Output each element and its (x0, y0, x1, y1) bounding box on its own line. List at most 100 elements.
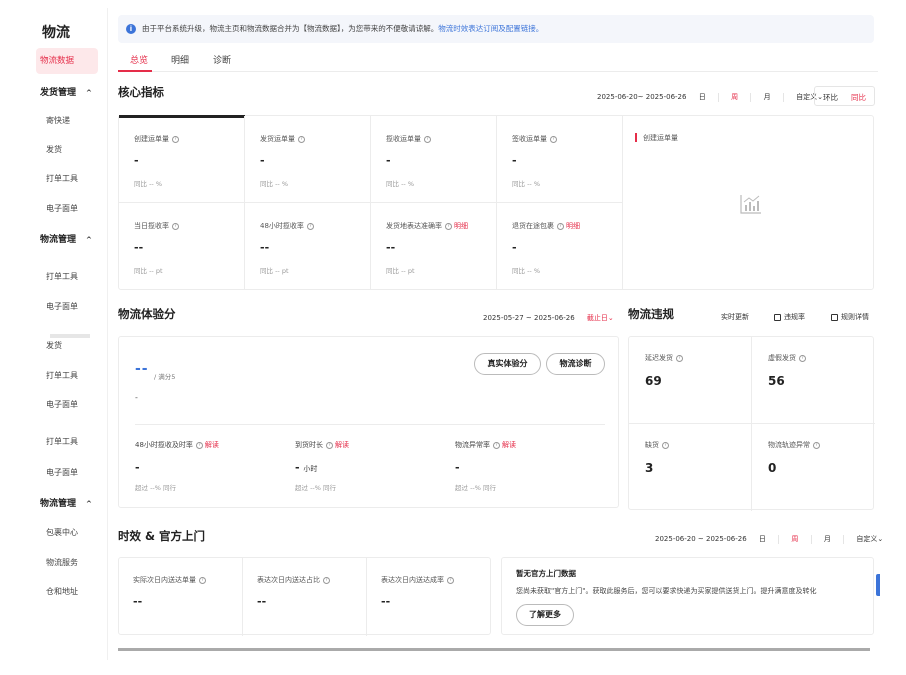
rules-detail-link[interactable]: 规则详情 (831, 312, 869, 322)
period-day[interactable]: 日 (699, 93, 706, 101)
sidebar-item-ship[interactable]: 发货 (20, 143, 108, 157)
sidebar-item-print-tool[interactable]: 打单工具 (20, 369, 108, 383)
date-range[interactable]: 2025-06-20~ 2025-06-26 (597, 93, 686, 101)
help-icon[interactable]: ? (424, 135, 431, 143)
metric-sameday-collect[interactable]: 当日揽收率? -- 同比 -- pt (119, 203, 245, 290)
metric-compare: 同比 -- pt (386, 267, 415, 275)
help-icon[interactable]: ? (326, 441, 333, 449)
sidebar-item-e-waybill[interactable]: 电子面单 (20, 202, 108, 216)
sidebar-group-logistics[interactable]: 物流管理 ^ (40, 232, 92, 245)
metric-value: - (386, 154, 391, 167)
sidebar-item-logistics-data[interactable]: 物流数据 (36, 48, 98, 74)
metric-label: 签收运单量 (512, 135, 547, 143)
floating-side-tab[interactable] (876, 574, 880, 596)
divider (778, 534, 780, 544)
help-icon[interactable]: ? (662, 441, 669, 449)
notice-text: 由于平台系统升级，物流主页和物流数据合并为【物流数据】，为您带来的不便敬请谅解。 (142, 24, 439, 33)
explain-link[interactable]: 解读 (335, 441, 349, 449)
metric-compare: 同比 -- % (260, 180, 288, 188)
violation-rate-toggle[interactable]: 违规率 (774, 312, 805, 322)
metric-value: - (260, 154, 265, 167)
period-week[interactable]: 周 (731, 93, 738, 101)
metric-return-transit[interactable]: 退货在途包裹? 明细 - 同比 -- % (497, 203, 623, 290)
metric-compare: 同比 -- pt (134, 267, 163, 275)
explain-link[interactable]: 解读 (502, 441, 516, 449)
sidebar-item-e-waybill[interactable]: 电子面单 (20, 466, 108, 480)
sidebar-item-warehouse-address[interactable]: 仓和地址 (20, 585, 108, 599)
timing-nextday-count[interactable]: 实际次日内送达单量? -- (119, 558, 243, 636)
help-icon[interactable]: ? (195, 441, 203, 449)
violation-track-abnormal[interactable]: 物流轨迹异常? 0 (752, 424, 875, 511)
help-icon[interactable]: ? (557, 222, 564, 230)
metric-label: 延迟发货 (645, 354, 673, 362)
compare-yoy[interactable]: 同比 (851, 92, 866, 103)
date-range[interactable]: 2025-05-27 ~ 2025-06-26 (483, 314, 575, 322)
metric-origin-accuracy[interactable]: 发货地表达准确率? 明细 -- 同比 -- pt (371, 203, 497, 290)
metric-value: - (295, 461, 300, 474)
detail-link[interactable]: 明细 (454, 222, 468, 230)
period-month[interactable]: 月 (824, 535, 831, 543)
metric-collected[interactable]: 揽收运单量? - 同比 -- % (371, 116, 497, 203)
metric-label: 退货在途包裹 (512, 222, 554, 230)
explain-link[interactable]: 解读 (205, 441, 219, 449)
sidebar-group-label: 物流管理 (40, 235, 77, 245)
period-week[interactable]: 周 (791, 535, 798, 543)
document-icon (831, 313, 838, 321)
horizontal-scrollbar[interactable] (118, 648, 870, 651)
sidebar-group-shipping[interactable]: 发货管理 ^ (40, 85, 92, 98)
help-icon[interactable]: ? (676, 354, 683, 362)
help-icon[interactable]: ? (172, 222, 179, 230)
metric-unit: 小时 (303, 465, 318, 473)
end-date-dropdown[interactable]: 截止日⌄ (587, 314, 614, 322)
tab-overview[interactable]: 总览 (130, 53, 148, 66)
help-icon[interactable]: ? (172, 135, 179, 143)
learn-more-button[interactable]: 了解更多 (516, 604, 574, 626)
sidebar-item-print-tool[interactable]: 打单工具 (20, 270, 108, 284)
detail-link[interactable]: 明细 (566, 222, 580, 230)
help-icon[interactable]: ? (199, 576, 206, 584)
violation-fake[interactable]: 虚假发货? 56 (752, 337, 875, 424)
metric-value: -- (386, 241, 396, 254)
help-icon[interactable]: ? (323, 576, 330, 584)
sidebar-item-e-waybill[interactable]: 电子面单 (20, 398, 108, 412)
period-month[interactable]: 月 (764, 93, 771, 101)
sidebar-item-express[interactable]: 寄快递 (20, 114, 108, 128)
violation-delay[interactable]: 延迟发货? 69 (629, 337, 752, 424)
date-range[interactable]: 2025-06-20 ~ 2025-06-26 (655, 535, 747, 543)
sidebar-item-logistics-service[interactable]: 物流服务 (20, 556, 108, 570)
help-icon[interactable]: ? (493, 441, 500, 449)
timing-nextday-ratio[interactable]: 表达次日内送达占比? -- (243, 558, 367, 636)
sidebar-group-logistics-2[interactable]: 物流管理 ^ (40, 496, 92, 509)
real-experience-button[interactable]: 真实体验分 (474, 353, 541, 375)
sidebar-item-print-tool[interactable]: 打单工具 (20, 172, 108, 186)
sidebar-item-e-waybill[interactable]: 电子面单 (20, 300, 108, 314)
metric-48h-collect[interactable]: 48小时揽收率? -- 同比 -- pt (245, 203, 371, 290)
divider (135, 424, 605, 425)
help-icon[interactable]: ? (298, 135, 305, 143)
metric-created[interactable]: 创建运单量? - 同比 -- % (119, 116, 245, 203)
help-icon[interactable]: ? (306, 222, 314, 230)
metric-signed[interactable]: 签收运单量? - 同比 -- % (497, 116, 623, 203)
help-icon[interactable]: ? (447, 576, 454, 584)
notice-link[interactable]: 物流时效表达订阅及配置链接。 (438, 24, 543, 33)
sidebar-item-parcel-center[interactable]: 包裹中心 (20, 526, 108, 540)
compare-toggle: 环比 同比 (814, 86, 875, 106)
violation-out-of-stock[interactable]: 缺货? 3 (629, 424, 752, 511)
sidebar-item-ship[interactable]: 发货 (20, 339, 108, 353)
rules-detail-label: 规则详情 (841, 313, 869, 321)
metric-value: -- (257, 595, 267, 608)
tab-diagnose[interactable]: 诊断 (213, 53, 231, 66)
experience-card: -- / 满分5 - 真实体验分 物流诊断 48小时揽收及时率? 解读 - 超过 … (118, 336, 619, 508)
compare-mom[interactable]: 环比 (823, 92, 838, 103)
help-icon[interactable]: ? (445, 222, 452, 230)
diagnose-button[interactable]: 物流诊断 (546, 353, 605, 375)
help-icon[interactable]: ? (550, 135, 557, 143)
help-icon[interactable]: ? (799, 354, 806, 362)
metric-shipped[interactable]: 发货运单量? - 同比 -- % (245, 116, 371, 203)
tab-detail[interactable]: 明细 (171, 53, 189, 66)
period-day[interactable]: 日 (759, 535, 766, 543)
sidebar-item-print-tool[interactable]: 打单工具 (20, 435, 108, 449)
timing-nextday-rate[interactable]: 表达次日内送达成率? -- (367, 558, 491, 636)
period-custom[interactable]: 自定义⌄ (856, 535, 883, 543)
help-icon[interactable]: ? (813, 441, 820, 449)
